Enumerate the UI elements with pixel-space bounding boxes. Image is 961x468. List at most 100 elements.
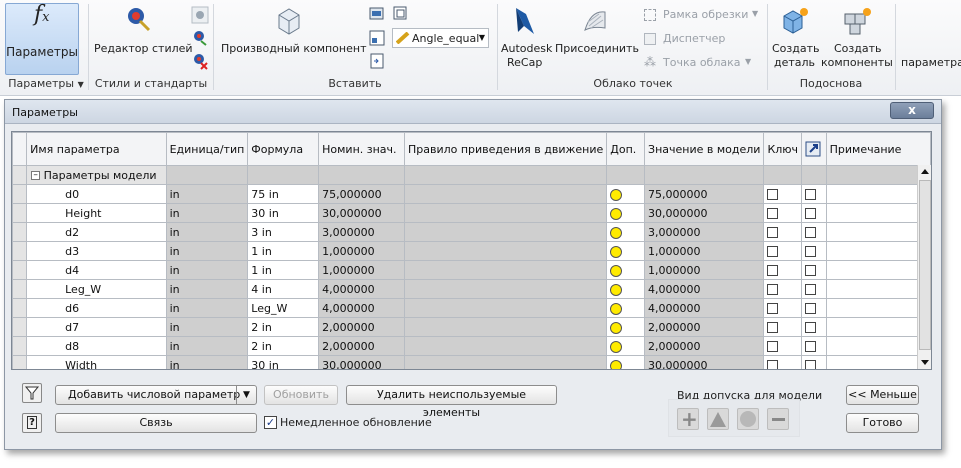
param-tolerance-cell[interactable] [606, 260, 646, 280]
param-motion-rule-cell[interactable] [403, 184, 608, 204]
key-checkbox[interactable] [767, 227, 779, 238]
create-components-button[interactable]: Создать компоненты [821, 4, 893, 74]
param-tolerance-cell[interactable] [606, 336, 646, 356]
create-part-button[interactable]: Создать деталь [769, 4, 821, 74]
param-motion-rule-cell[interactable] [403, 336, 608, 356]
tolerance-median-button[interactable] [707, 408, 729, 430]
col-header-formula[interactable]: Формула [247, 132, 320, 166]
row-header[interactable] [12, 298, 28, 318]
row-header[interactable] [12, 355, 28, 369]
param-motion-rule-cell[interactable] [403, 203, 608, 223]
param-unit-cell[interactable]: in [165, 222, 249, 242]
tolerance-dot-icon[interactable] [610, 283, 623, 296]
param-key-cell[interactable] [763, 260, 803, 280]
param-formula-cell[interactable]: 4 in [247, 279, 320, 299]
export-checkbox[interactable] [805, 322, 817, 333]
param-formula-cell[interactable]: 3 in [247, 222, 320, 242]
param-comment-cell[interactable] [825, 184, 931, 204]
style-delete-icon[interactable] [191, 52, 209, 70]
tolerance-dot-icon[interactable] [610, 264, 623, 277]
tolerance-upper-button[interactable]: + [677, 407, 699, 431]
param-tolerance-cell[interactable] [606, 317, 646, 337]
tolerance-dot-icon[interactable] [610, 207, 623, 220]
param-motion-rule-cell[interactable] [403, 260, 608, 280]
param-comment-cell[interactable] [825, 298, 931, 318]
col-header-motion-rule[interactable]: Правило приведения в движение [403, 132, 608, 166]
param-name-cell[interactable]: d7 [26, 317, 167, 337]
row-header[interactable] [12, 260, 28, 280]
param-comment-cell[interactable] [825, 355, 931, 369]
less-button[interactable]: << Меньше [846, 385, 919, 405]
col-header-name[interactable]: Имя параметра [26, 132, 167, 166]
param-comment-cell[interactable] [825, 279, 931, 299]
param-motion-rule-cell[interactable] [403, 298, 608, 318]
row-header[interactable] [12, 279, 28, 299]
param-unit-cell[interactable]: in [165, 279, 249, 299]
export-checkbox[interactable] [805, 360, 817, 369]
param-comment-cell[interactable] [825, 260, 931, 280]
col-header-tolerance[interactable]: Доп. [606, 132, 646, 166]
tolerance-dot-icon[interactable] [610, 188, 623, 201]
tolerance-dot-icon[interactable] [610, 321, 623, 334]
param-key-cell[interactable] [763, 317, 803, 337]
param-tolerance-cell[interactable] [606, 241, 646, 261]
param-name-cell[interactable]: d3 [26, 241, 167, 261]
tolerance-nominal-button[interactable] [737, 408, 759, 430]
param-unit-cell[interactable]: in [165, 317, 249, 337]
param-motion-rule-cell[interactable] [403, 222, 608, 242]
export-checkbox[interactable] [805, 227, 817, 238]
derived-component-button[interactable]: Производный компонент [219, 4, 366, 64]
param-unit-cell[interactable]: in [165, 241, 249, 261]
row-header[interactable] [12, 222, 28, 242]
angle-equal-combo[interactable]: Angle_equal ▼ [392, 28, 489, 48]
param-comment-cell[interactable] [825, 222, 931, 242]
key-checkbox[interactable] [767, 208, 779, 219]
param-tolerance-cell[interactable] [606, 279, 646, 299]
param-unit-cell[interactable]: in [165, 184, 249, 204]
import-2-icon[interactable] [392, 5, 410, 23]
key-checkbox[interactable] [767, 322, 779, 333]
param-export-cell[interactable] [801, 203, 827, 223]
tolerance-dot-icon[interactable] [610, 359, 623, 369]
style-editor-button[interactable]: Редактор стилей [92, 4, 193, 64]
done-button[interactable]: Готово [846, 413, 919, 433]
export-checkbox[interactable] [805, 246, 817, 257]
param-motion-rule-cell[interactable] [403, 355, 608, 369]
param-unit-cell[interactable]: in [165, 336, 249, 356]
key-checkbox[interactable] [767, 246, 779, 257]
param-name-cell[interactable]: d8 [26, 336, 167, 356]
tolerance-lower-button[interactable] [767, 408, 789, 430]
col-header-model-value[interactable]: Значение в модели [644, 132, 765, 166]
collapse-toggle[interactable]: – [31, 171, 41, 180]
import-icon[interactable] [368, 5, 386, 23]
scroll-up-arrow[interactable] [921, 169, 929, 174]
row-header[interactable] [12, 317, 28, 337]
param-export-cell[interactable] [801, 241, 827, 261]
export-checkbox[interactable] [805, 208, 817, 219]
param-export-cell[interactable] [801, 298, 827, 318]
col-header-nominal[interactable]: Номин. знач. [318, 132, 405, 166]
key-checkbox[interactable] [767, 303, 779, 314]
param-export-cell[interactable] [801, 279, 827, 299]
param-export-cell[interactable] [801, 184, 827, 204]
param-key-cell[interactable] [763, 279, 803, 299]
col-header-unit[interactable]: Единица/тип [165, 132, 249, 166]
parameters-group-label[interactable]: Параметры ▼ [6, 77, 86, 90]
scroll-down-arrow[interactable] [921, 360, 929, 365]
tolerance-dot-icon[interactable] [610, 226, 623, 239]
param-unit-cell[interactable]: in [165, 355, 249, 369]
immediate-update-checkbox[interactable]: ✓ Немедленное обновление [264, 416, 432, 432]
param-name-cell[interactable]: d4 [26, 260, 167, 280]
export-checkbox[interactable] [805, 189, 817, 200]
delete-unused-button[interactable]: Удалить неиспользуемые элементы [346, 385, 557, 419]
param-tolerance-cell[interactable] [606, 203, 646, 223]
param-motion-rule-cell[interactable] [403, 279, 608, 299]
tolerance-dot-icon[interactable] [610, 340, 623, 353]
row-header[interactable] [12, 241, 28, 261]
attach-file-icon[interactable] [368, 52, 386, 70]
param-tolerance-cell[interactable] [606, 222, 646, 242]
attach-button[interactable]: Присоединить [553, 4, 639, 64]
table-row[interactable]: Height in 30 in 30,000000 30,000000 [12, 203, 931, 223]
row-header[interactable] [12, 203, 28, 223]
key-checkbox[interactable] [767, 360, 779, 369]
